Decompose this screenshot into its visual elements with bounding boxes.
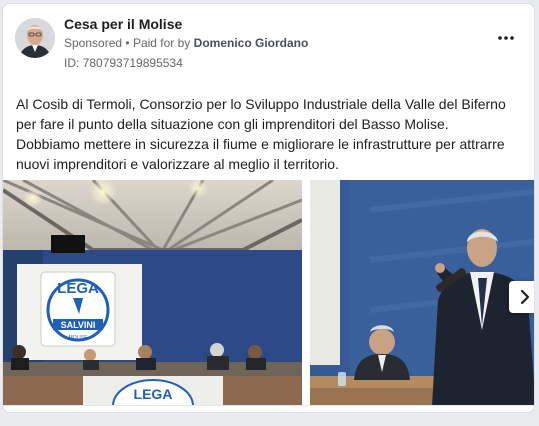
chevron-right-icon [520,289,530,305]
post-text: Al Cosib di Termoli, Consorzio per lo Sv… [16,94,526,174]
speaker-photo [310,180,534,406]
screen-logo-salvini: SALVINI [61,320,96,330]
post-text-paragraph: Dobbiamo mettere in sicurezza il fiume e… [16,136,505,172]
ad-post-card: Cesa per il Molise Sponsored • Paid for … [2,3,535,413]
image-carousel: LEGA SALVINI MOLISE LEGA [3,180,534,406]
card-divider [3,405,534,406]
page-avatar[interactable] [15,18,55,58]
conference-hall-photo: LEGA SALVINI MOLISE LEGA [3,180,302,406]
avatar-photo [15,18,55,58]
page-name-link[interactable]: Cesa per il Molise [64,16,182,32]
banner-logo-lega: LEGA [134,386,173,402]
carousel-slide-speaker[interactable] [310,180,534,406]
carousel-next-button[interactable] [509,281,534,313]
carousel-slide-conference-hall[interactable]: LEGA SALVINI MOLISE LEGA [3,180,302,406]
sponsored-label: Sponsored [64,36,123,50]
paid-for-prefix: Paid for by [132,36,191,50]
screen-logo-lega: LEGA [57,280,99,297]
more-horizontal-icon [498,36,514,40]
post-text-paragraph: Al Cosib di Termoli, Consorzio per lo Sv… [16,96,506,132]
more-options-button[interactable] [494,28,518,48]
sponsor-line: Sponsored • Paid for by Domenico Giordan… [64,36,308,50]
separator-dot: • [125,36,130,50]
screen-logo-molise: MOLISE [69,335,89,341]
ad-id: ID: 780793719895534 [64,56,183,70]
paid-for-name: Domenico Giordano [193,36,309,50]
